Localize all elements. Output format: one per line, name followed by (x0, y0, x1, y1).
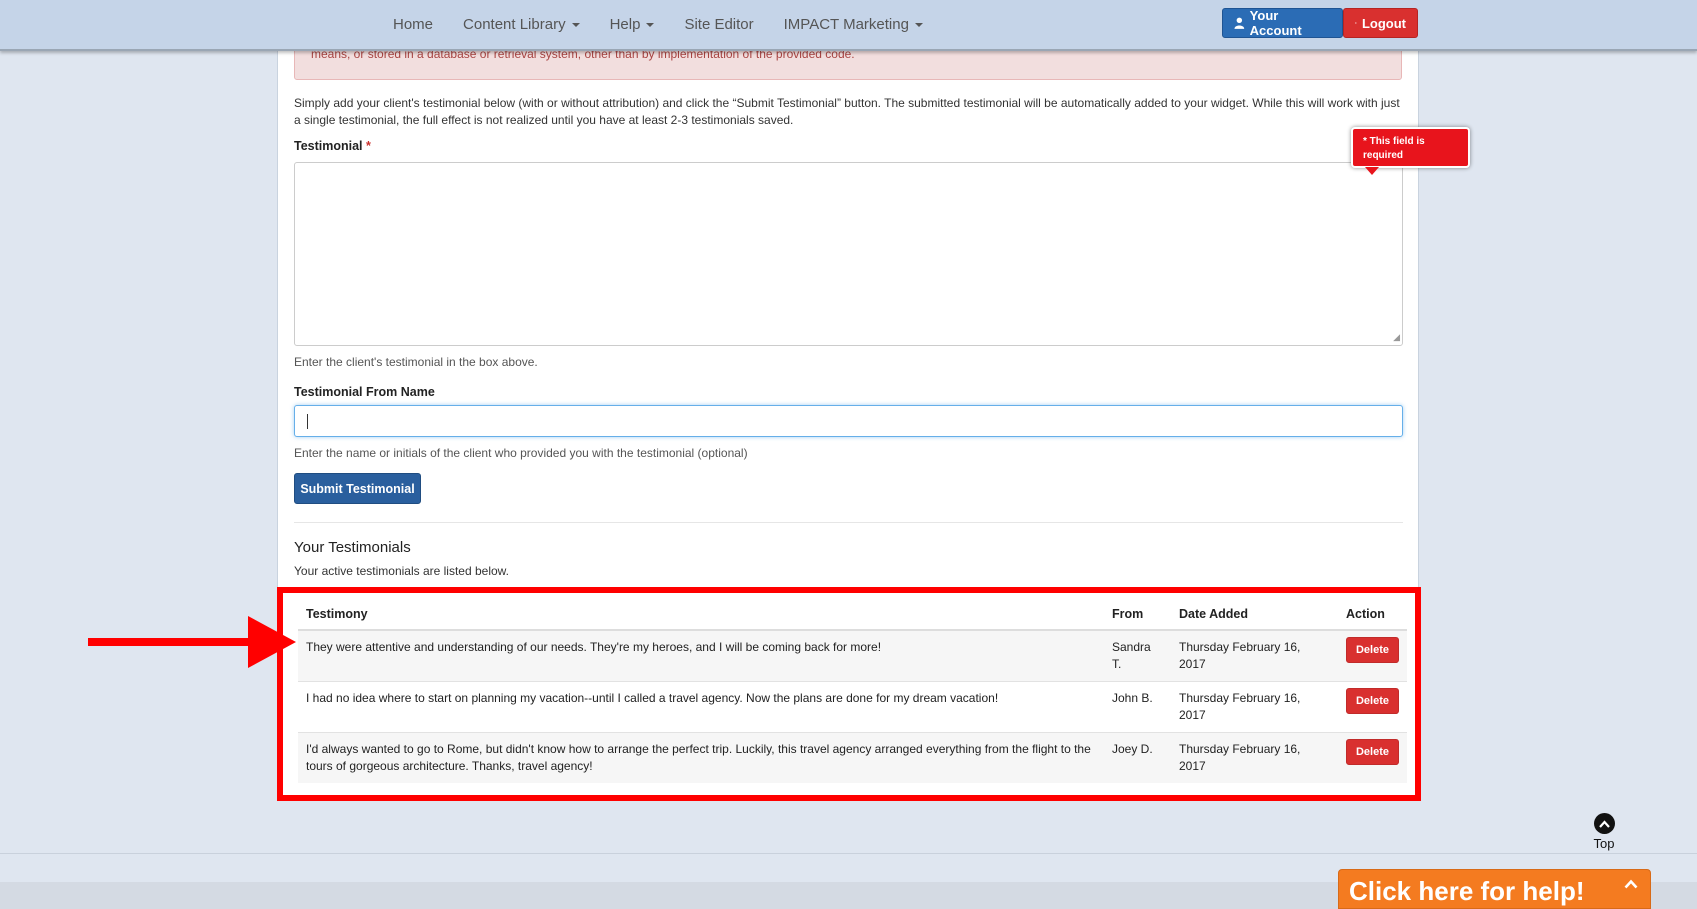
testimonial-help: Enter the client's testimonial in the bo… (294, 355, 538, 369)
from-name-input[interactable] (294, 405, 1403, 437)
logout-label: Logout (1361, 15, 1406, 31)
your-testimonials-subtitle: Your active testimonials are listed belo… (294, 564, 510, 578)
from-name-label: Testimonial From Name (294, 385, 435, 399)
testimonials-highlight-box: Testimony From Date Added Action They we… (277, 587, 1421, 801)
nav-site-editor[interactable]: Site Editor (684, 16, 753, 33)
help-widget-button[interactable]: Click here for help! (1338, 869, 1651, 909)
row-testimony: I'd always wanted to go to Rome, but did… (298, 732, 1104, 783)
user-icon (1234, 17, 1245, 29)
testimonial-label-text: Testimonial (294, 139, 363, 153)
delete-button[interactable]: Delete (1346, 637, 1399, 663)
row-action: Delete (1338, 629, 1407, 682)
nav-content-library-label: Content Library (463, 16, 566, 33)
back-to-top-label: Top (1593, 836, 1615, 851)
testimonial-textarea[interactable]: ◢ (294, 162, 1403, 346)
nav-help[interactable]: Help (610, 16, 655, 33)
row-action: Delete (1338, 732, 1407, 783)
row-action: Delete (1338, 681, 1407, 733)
header-date-added: Date Added (1171, 599, 1338, 631)
resize-grip-icon[interactable]: ◢ (1393, 332, 1400, 343)
nav-site-editor-label: Site Editor (684, 16, 754, 33)
top-navbar: Home Content Library Help Site Editor IM… (0, 0, 1697, 51)
header-testimony: Testimony (298, 599, 1104, 631)
your-testimonials-title: Your Testimonials (294, 539, 411, 556)
row-from: Sandra T. (1104, 629, 1171, 682)
submit-testimonial-button[interactable]: Submit Testimonial (294, 473, 421, 504)
from-name-help: Enter the name or initials of the client… (294, 446, 748, 460)
nav-impact-marketing-label: IMPACT Marketing (783, 16, 909, 33)
footer-divider (0, 853, 1697, 854)
back-to-top-button[interactable]: Top (1590, 813, 1618, 851)
caret-down-icon (646, 22, 655, 27)
main-nav: Home Content Library Help Site Editor IM… (393, 0, 953, 49)
text-cursor (307, 414, 308, 429)
row-from: John B. (1104, 681, 1171, 733)
arrow-right-icon (88, 616, 296, 668)
nav-content-library[interactable]: Content Library (463, 16, 580, 33)
nav-help-label: Help (609, 16, 641, 33)
your-account-label: Your Account (1249, 8, 1302, 38)
section-divider (294, 522, 1403, 523)
header-from: From (1104, 599, 1171, 631)
chevron-up-icon (1593, 813, 1615, 834)
chevron-up-icon (1624, 879, 1638, 889)
delete-button[interactable]: Delete (1346, 688, 1399, 714)
nav-home-label: Home (393, 16, 434, 33)
table-row: I'd always wanted to go to Rome, but did… (298, 732, 1407, 783)
row-date: Thursday February 16, 2017 (1171, 629, 1338, 682)
row-from: Joey D. (1104, 732, 1171, 783)
required-marker: * (366, 139, 371, 153)
logout-icon (1355, 22, 1357, 24)
row-date: Thursday February 16, 2017 (1171, 681, 1338, 733)
logout-button[interactable]: Logout (1343, 8, 1418, 38)
caret-down-icon (914, 22, 923, 27)
table-row: They were attentive and understanding of… (298, 629, 1407, 682)
your-account-button[interactable]: Your Account (1222, 8, 1343, 38)
delete-button[interactable]: Delete (1346, 739, 1399, 765)
nav-impact-marketing[interactable]: IMPACT Marketing (784, 16, 923, 33)
row-testimony: They were attentive and understanding of… (298, 629, 1104, 682)
testimonial-label: Testimonial * (294, 139, 371, 153)
required-field-tooltip: * This field is required (1351, 127, 1470, 175)
header-action: Action (1338, 599, 1407, 631)
row-testimony: I had no idea where to start on planning… (298, 681, 1104, 733)
row-date: Thursday February 16, 2017 (1171, 732, 1338, 783)
form-intro: Simply add your client's testimonial bel… (294, 96, 1400, 127)
nav-home[interactable]: Home (393, 16, 433, 33)
caret-down-icon (571, 22, 580, 27)
table-header-row: Testimony From Date Added Action (298, 599, 1407, 631)
table-row: I had no idea where to start on planning… (298, 681, 1407, 733)
testimonials-table: Testimony From Date Added Action They we… (298, 599, 1407, 783)
help-widget-label: Click here for help! (1349, 876, 1585, 906)
